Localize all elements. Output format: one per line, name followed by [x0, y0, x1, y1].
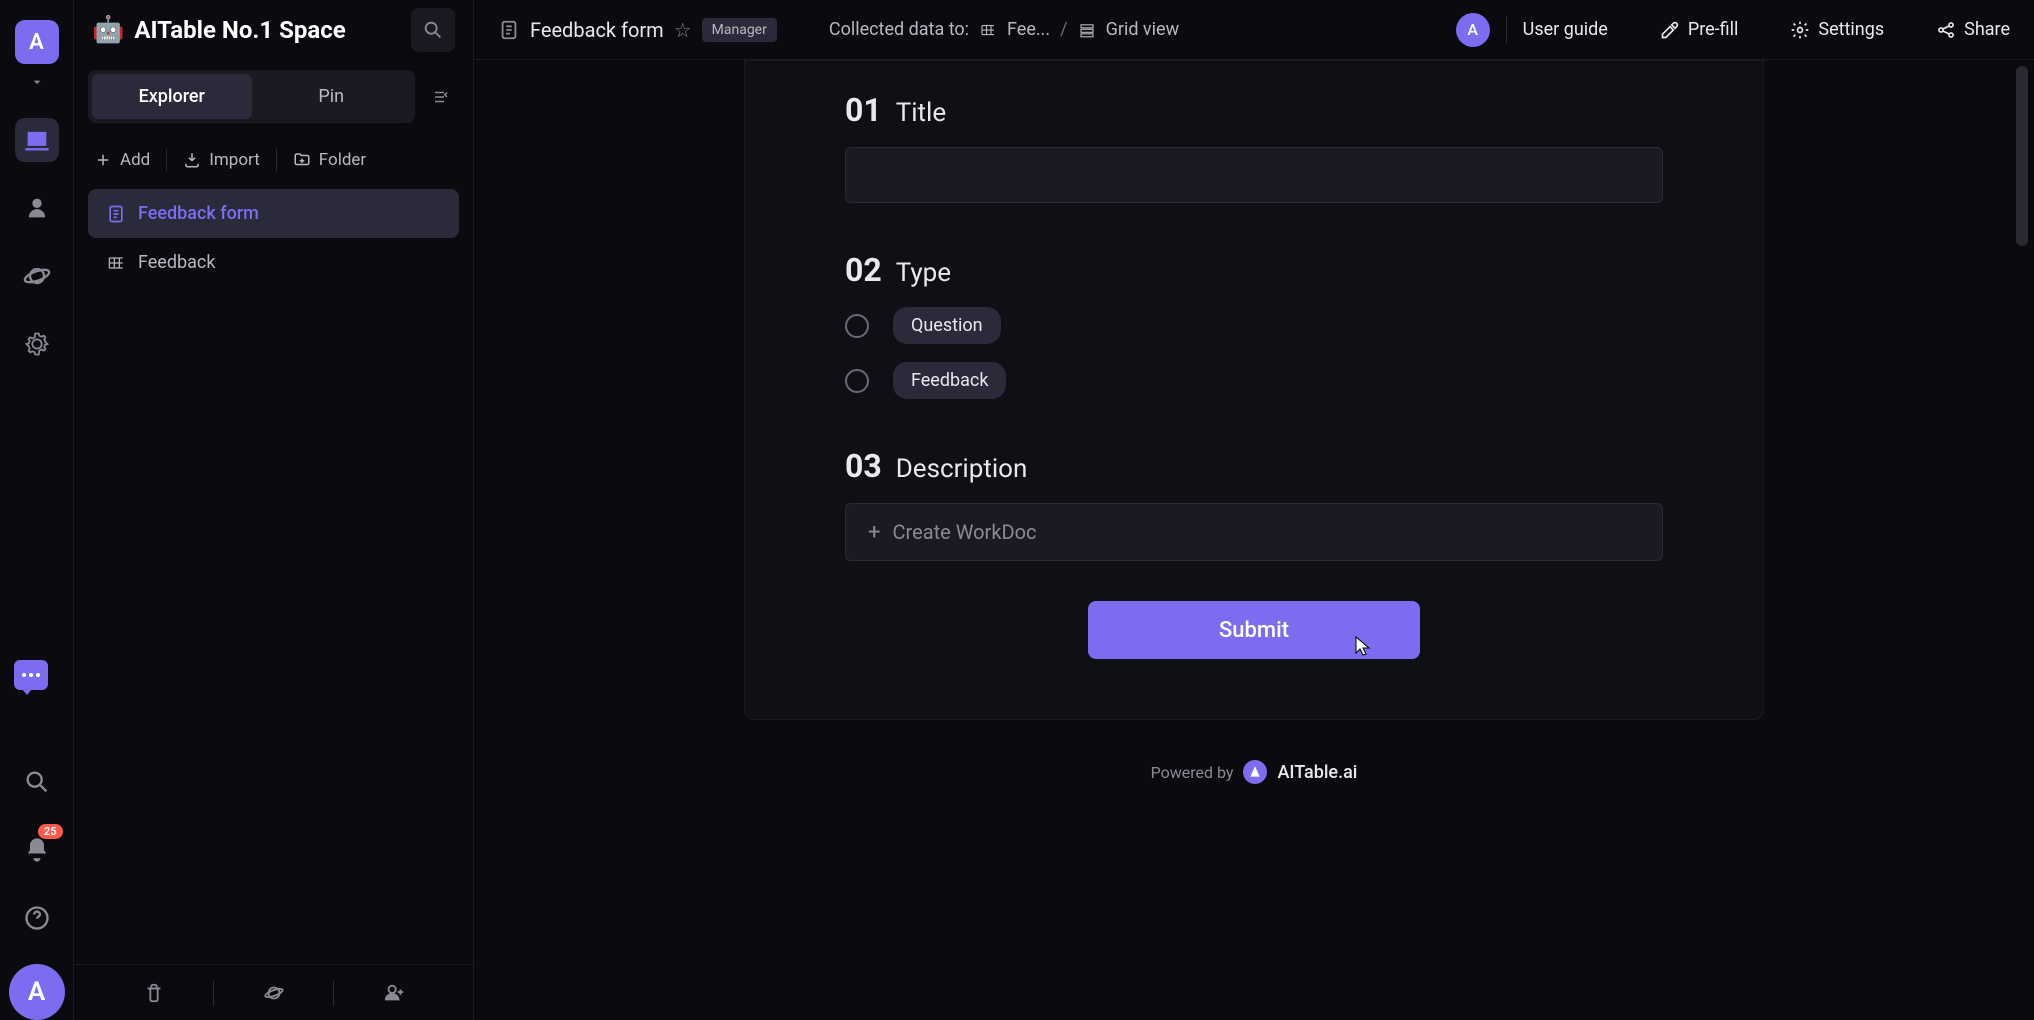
members-icon[interactable]: [15, 186, 59, 230]
field-type: 02 Type Question Feedback: [845, 251, 1663, 399]
settings-nav-icon[interactable]: [15, 322, 59, 366]
main-header: Feedback form ☆ Manager Collected data t…: [474, 0, 2034, 60]
invite-icon[interactable]: [334, 982, 453, 1004]
chat-icon[interactable]: [14, 660, 48, 690]
workspace-title: AITable No.1 Space: [134, 16, 401, 44]
option-chip: Question: [893, 307, 1001, 344]
tree-item-feedback-form[interactable]: Feedback form: [88, 189, 459, 238]
search-nav-icon[interactable]: [15, 760, 59, 804]
plus-icon: +: [868, 520, 880, 545]
settings-button[interactable]: Settings: [1790, 19, 1884, 40]
trash-icon[interactable]: [94, 982, 213, 1004]
field-name-label: Description: [896, 454, 1028, 484]
divider: [276, 149, 277, 171]
breadcrumb-fee[interactable]: Fee...: [1007, 19, 1050, 40]
cursor-icon: [1354, 635, 1372, 657]
divider: [166, 149, 167, 171]
user-avatar[interactable]: A: [9, 964, 65, 1020]
import-button[interactable]: Import: [183, 150, 260, 170]
breadcrumb-separator: /: [1060, 19, 1067, 40]
sidebar-panel: 🤖 AITable No.1 Space Explorer Pin Add Im…: [74, 0, 474, 1020]
tree-item-label: Feedback form: [138, 203, 259, 224]
tree-item-feedback[interactable]: Feedback: [88, 238, 459, 287]
radio-icon: [845, 314, 869, 338]
divider: [1506, 16, 1507, 44]
folder-label: Folder: [319, 150, 366, 170]
form-panel: 01 Title 02 Type Question Feedback: [744, 60, 1764, 720]
tree-item-label: Feedback: [138, 252, 215, 273]
field-name-label: Title: [896, 98, 946, 128]
powered-by-label: Powered by: [1151, 763, 1234, 782]
field-number: 03: [845, 447, 882, 485]
field-name-label: Type: [896, 258, 951, 288]
settings-label: Settings: [1818, 19, 1884, 40]
prefill-label: Pre-fill: [1688, 19, 1739, 40]
planet-icon[interactable]: [15, 254, 59, 298]
chevron-down-icon[interactable]: [29, 74, 45, 94]
field-title: 01 Title: [845, 91, 1663, 203]
tab-pin[interactable]: Pin: [252, 74, 412, 119]
workspace-avatar[interactable]: A: [15, 20, 59, 64]
brand-name[interactable]: AITable.ai: [1277, 762, 1357, 783]
notification-badge: 25: [38, 824, 63, 839]
help-icon[interactable]: [15, 896, 59, 940]
share-label: Share: [1964, 19, 2010, 40]
main-area: Feedback form ☆ Manager Collected data t…: [474, 0, 2034, 1020]
role-badge: Manager: [702, 18, 777, 42]
create-workdoc-button[interactable]: + Create WorkDoc: [845, 503, 1663, 561]
sidebar-search-button[interactable]: [411, 8, 455, 52]
brand-logo-icon: [1243, 760, 1267, 784]
header-avatar[interactable]: A: [1456, 13, 1490, 47]
form-canvas: 01 Title 02 Type Question Feedback: [474, 60, 2034, 1020]
share-button[interactable]: Share: [1936, 19, 2010, 40]
scrollbar[interactable]: [2016, 66, 2028, 246]
notifications-icon[interactable]: 25: [15, 828, 59, 872]
robot-icon: 🤖: [92, 15, 124, 45]
workspace-icon[interactable]: [15, 118, 59, 162]
radio-icon: [845, 369, 869, 393]
field-description: 03 Description + Create WorkDoc: [845, 447, 1663, 561]
field-number: 01: [845, 91, 882, 129]
radio-option-feedback[interactable]: Feedback: [845, 362, 1663, 399]
field-number: 02: [845, 251, 882, 289]
tab-explorer[interactable]: Explorer: [92, 74, 252, 119]
left-rail: A 25 A: [0, 0, 74, 1020]
add-button[interactable]: Add: [94, 150, 150, 170]
option-chip: Feedback: [893, 362, 1006, 399]
powered-by: Powered by AITable.ai: [1151, 760, 1358, 824]
breadcrumb-view[interactable]: Grid view: [1106, 19, 1180, 40]
radio-option-question[interactable]: Question: [845, 307, 1663, 344]
import-label: Import: [209, 150, 260, 170]
prefill-button[interactable]: Pre-fill: [1660, 19, 1739, 40]
explore-icon[interactable]: [214, 982, 333, 1004]
collapse-sidebar-icon[interactable]: [423, 79, 459, 115]
create-workdoc-label: Create WorkDoc: [892, 520, 1036, 544]
doc-title: Feedback form: [530, 18, 664, 42]
sidebar-tabs: Explorer Pin: [88, 70, 415, 123]
add-label: Add: [120, 150, 150, 170]
title-input[interactable]: [845, 147, 1663, 203]
star-icon[interactable]: ☆: [674, 18, 692, 42]
grid-icon: [979, 21, 997, 39]
folder-button[interactable]: Folder: [293, 150, 366, 170]
grid-view-icon: [1078, 21, 1096, 39]
collected-label: Collected data to:: [829, 19, 969, 40]
user-guide-link[interactable]: User guide: [1523, 19, 1608, 40]
form-icon: [498, 19, 520, 41]
